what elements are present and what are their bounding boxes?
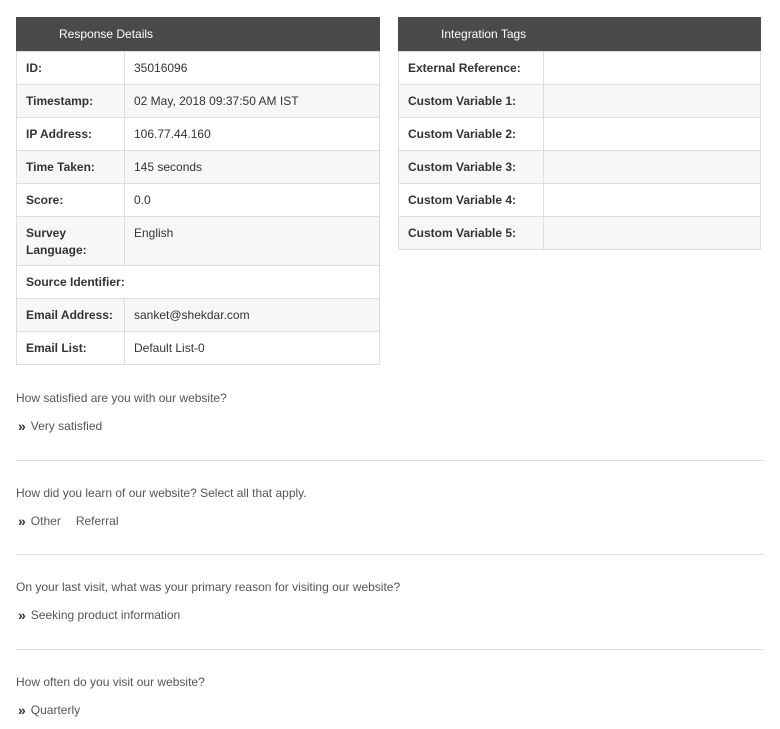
table-row: Custom Variable 2: (398, 117, 761, 151)
time-taken-label: Time Taken: (16, 150, 125, 184)
table-row: ID: 35016096 (16, 51, 380, 85)
score-label: Score: (16, 183, 125, 217)
answer-row: » Quarterly (16, 702, 763, 718)
custom-variable-2-label: Custom Variable 2: (398, 117, 544, 151)
survey-language-label: Survey Language: (16, 216, 125, 266)
double-chevron-right-icon: » (18, 607, 26, 623)
table-row: Custom Variable 4: (398, 183, 761, 217)
custom-variable-5-label: Custom Variable 5: (398, 216, 544, 250)
question-text: How satisfied are you with our website? (16, 391, 227, 405)
email-address-label: Email Address: (16, 298, 125, 332)
question-block: How did you learn of our website? Select… (16, 486, 763, 529)
table-row: IP Address: 106.77.44.160 (16, 117, 380, 151)
custom-variable-3-label: Custom Variable 3: (398, 150, 544, 184)
divider (16, 554, 763, 555)
double-chevron-right-icon: » (18, 418, 26, 434)
table-row: Time Taken: 145 seconds (16, 150, 380, 184)
table-row: Timestamp: 02 May, 2018 09:37:50 AM IST (16, 84, 380, 118)
table-row: Source Identifier: (16, 265, 380, 299)
custom-variable-4-value (543, 183, 761, 217)
answer-row: » Other Referral (16, 513, 763, 529)
id-label: ID: (16, 51, 125, 85)
table-row: External Reference: (398, 51, 761, 85)
table-row: Custom Variable 1: (398, 84, 761, 118)
integration-tags-panel: Integration Tags External Reference: Cus… (398, 17, 761, 250)
email-list-label: Email List: (16, 331, 125, 365)
custom-variable-1-value (543, 84, 761, 118)
response-details-table: ID: 35016096 Timestamp: 02 May, 2018 09:… (16, 51, 380, 365)
integration-tags-table: External Reference: Custom Variable 1: C… (398, 51, 761, 250)
answer-row: » Seeking product information (16, 607, 763, 623)
score-value: 0.0 (124, 183, 380, 217)
integration-tags-title: Integration Tags (398, 17, 761, 51)
divider (16, 649, 763, 650)
id-value: 35016096 (124, 51, 380, 85)
response-details-title: Response Details (16, 17, 380, 51)
question-block: How satisfied are you with our website? … (16, 391, 763, 434)
table-row: Custom Variable 3: (398, 150, 761, 184)
timestamp-value: 02 May, 2018 09:37:50 AM IST (124, 84, 380, 118)
answer-row: » Very satisfied (16, 418, 763, 434)
table-row: Survey Language: English (16, 216, 380, 266)
question-text: How did you learn of our website? Select… (16, 486, 307, 500)
external-reference-label: External Reference: (398, 51, 544, 85)
answer-text: Seeking product information (30, 608, 181, 622)
timestamp-label: Timestamp: (16, 84, 125, 118)
survey-language-value: English (124, 216, 380, 266)
question-text: On your last visit, what was your primar… (16, 580, 401, 594)
custom-variable-5-value (543, 216, 761, 250)
email-list-value: Default List-0 (124, 331, 380, 365)
table-row: Email List: Default List-0 (16, 331, 380, 365)
answer-text: Other (30, 514, 61, 528)
ip-address-value: 106.77.44.160 (124, 117, 380, 151)
time-taken-value: 145 seconds (124, 150, 380, 184)
source-identifier-label: Source Identifier: (16, 265, 380, 299)
custom-variable-2-value (543, 117, 761, 151)
answer-text: Quarterly (30, 703, 81, 717)
double-chevron-right-icon: » (18, 513, 26, 529)
email-address-value: sanket@shekdar.com (124, 298, 380, 332)
table-row: Email Address: sanket@shekdar.com (16, 298, 380, 332)
table-row: Score: 0.0 (16, 183, 380, 217)
question-block: On your last visit, what was your primar… (16, 580, 763, 623)
external-reference-value (543, 51, 761, 85)
question-text: How often do you visit our website? (16, 675, 205, 689)
question-block: How often do you visit our website? » Qu… (16, 675, 763, 718)
double-chevron-right-icon: » (18, 702, 26, 718)
answer-text: Referral (75, 514, 119, 528)
custom-variable-4-label: Custom Variable 4: (398, 183, 544, 217)
divider (16, 460, 763, 461)
custom-variable-3-value (543, 150, 761, 184)
table-row: Custom Variable 5: (398, 216, 761, 250)
ip-address-label: IP Address: (16, 117, 125, 151)
custom-variable-1-label: Custom Variable 1: (398, 84, 544, 118)
response-details-panel: Response Details ID: 35016096 Timestamp:… (16, 17, 380, 365)
answer-text: Very satisfied (30, 419, 103, 433)
